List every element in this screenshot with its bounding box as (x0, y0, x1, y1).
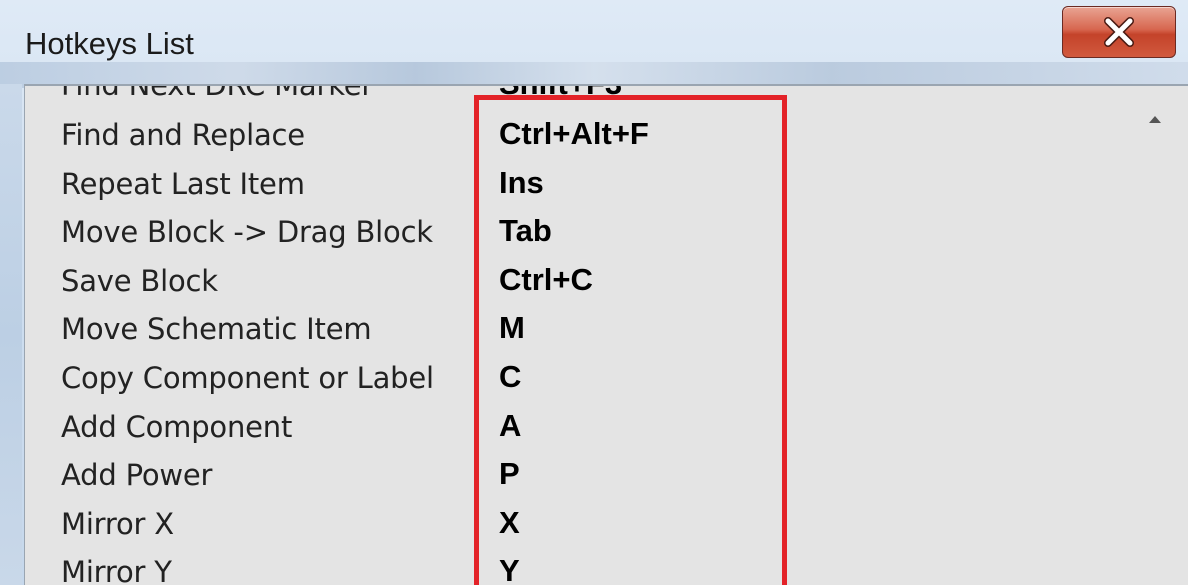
hotkey-label: C (499, 359, 522, 394)
list-item[interactable]: Copy Component or Label C (25, 353, 1125, 403)
command-label: Move Block -> Drag Block (61, 215, 433, 250)
hotkey-label: M (499, 310, 525, 346)
hotkey-label: P (499, 456, 520, 492)
command-label: Mirror X (61, 506, 174, 541)
close-button[interactable] (1062, 6, 1176, 58)
hotkey-label: Tab (499, 213, 552, 249)
list-item[interactable]: Add Power P (25, 450, 1125, 500)
close-icon (1104, 17, 1134, 47)
scroll-up-arrow-icon (1149, 116, 1161, 123)
list-item[interactable]: Add Component A (25, 402, 1125, 452)
window-left-border (0, 84, 22, 585)
list-item[interactable]: Move Schematic Item M (25, 304, 1125, 354)
command-label: Add Component (61, 409, 293, 444)
list-item[interactable]: Move Block -> Drag Block Tab (25, 207, 1125, 257)
hotkey-label: Y (499, 553, 520, 585)
scroll-up-button[interactable] (1140, 104, 1170, 134)
list-item[interactable]: Mirror X X (25, 499, 1125, 549)
list-item[interactable]: Mirror Y Y (25, 547, 1125, 585)
list-item[interactable]: Find and Replace Ctrl+Alt+F (25, 110, 1125, 160)
command-label: Mirror Y (61, 555, 172, 585)
command-label: Copy Component or Label (61, 361, 434, 395)
list-item-partial[interactable]: Find Next DRC Marker Shift+F3 (25, 84, 1125, 110)
hotkey-label: Ins (499, 164, 544, 200)
command-label: Move Schematic Item (61, 312, 372, 347)
list-item[interactable]: Repeat Last Item Ins (25, 159, 1125, 209)
hotkey-label: Ctrl+Alt+F (499, 116, 649, 151)
hotkey-label: Ctrl+C (499, 261, 593, 297)
command-label: Find Next DRC Marker (61, 84, 374, 102)
command-label: Add Power (61, 458, 213, 493)
list-item[interactable]: Save Block Ctrl+C (25, 256, 1125, 306)
hotkey-label: Shift+F3 (499, 86, 622, 102)
hotkeys-dialog: Hotkeys List Find Next DRC Marker Shift+… (0, 0, 1188, 585)
hotkeys-list[interactable]: Find Next DRC Marker Shift+F3 Find and R… (24, 84, 1188, 585)
command-label: Find and Replace (61, 118, 305, 152)
window-title: Hotkeys List (25, 26, 194, 61)
hotkey-label: A (499, 407, 522, 443)
command-label: Save Block (61, 263, 218, 298)
command-label: Repeat Last Item (61, 166, 305, 201)
hotkey-label: X (499, 504, 520, 540)
